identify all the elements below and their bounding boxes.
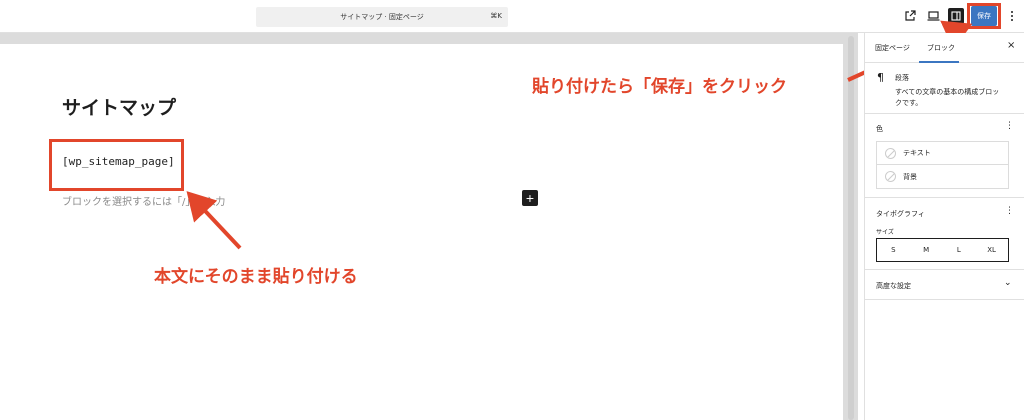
font-size-l[interactable]: L [943,239,976,261]
tab-page[interactable]: 固定ページ [875,43,910,53]
color-section-heading: 色 [876,125,883,133]
settings-sidebar: 固定ページ ブロック × ¶ 段落 すべての文章の基本の構成ブロックです。 色 … [864,33,1024,420]
more-options-icon[interactable] [1004,8,1020,24]
block-description: すべての文章の基本の構成ブロックです。 [895,88,1000,107]
font-size-m[interactable]: M [910,239,943,261]
command-palette-shortcut: ⌘K [490,12,502,20]
command-palette-title: サイトマップ · 固定ページ [340,13,424,21]
add-block-button[interactable]: + [522,190,538,206]
advanced-section-heading[interactable]: 高度な設定 [876,281,911,291]
active-tab-indicator [919,61,959,63]
empty-color-swatch-icon [885,171,896,182]
shortcode-highlight-box [49,139,184,191]
external-link-icon[interactable] [902,8,918,24]
sidebar-divider [865,299,1024,300]
sidebar-toggle-icon[interactable] [948,8,964,24]
paragraph-icon: ¶ [877,71,884,84]
sidebar-tabs: 固定ページ ブロック × [865,33,1024,63]
typography-section-heading: タイポグラフィ [876,210,925,218]
sidebar-divider [865,113,1024,114]
font-size-s[interactable]: S [877,239,910,261]
font-size-label: サイズ [876,229,894,236]
page-title[interactable]: サイトマップ [62,93,176,120]
color-settings-list: テキスト 背景 [876,141,1009,189]
font-size-xl[interactable]: XL [975,239,1008,261]
save-instruction-annotation: 貼り付けたら「保存」をクリック [532,77,787,97]
close-sidebar-button[interactable]: × [1007,40,1015,51]
text-color-option[interactable]: テキスト [877,142,1008,165]
editor-toolbar: サイトマップ · 固定ページ ⌘K 保存 [0,0,1024,33]
tab-block[interactable]: ブロック [927,43,955,53]
paste-instruction-annotation: 本文にそのまま貼り付ける [154,267,358,287]
save-button-highlight-box [967,3,1001,29]
empty-block-placeholder[interactable]: ブロックを選択するには「/」を入力 [62,193,225,208]
desktop-preview-icon[interactable] [925,8,941,24]
background-color-option[interactable]: 背景 [877,165,1008,188]
sidebar-divider [865,269,1024,270]
empty-color-swatch-icon [885,147,896,159]
chevron-down-icon[interactable]: ⌄ [1004,278,1012,288]
font-size-picker: S M L XL [876,238,1009,262]
block-name: 段落 [895,74,909,82]
command-palette-button[interactable]: サイトマップ · 固定ページ ⌘K [256,7,508,27]
typography-options-icon[interactable]: ⋮ [1005,206,1014,216]
background-color-label: 背景 [903,172,917,181]
text-color-label: テキスト [903,149,931,157]
sidebar-divider [865,197,1024,198]
color-options-icon[interactable]: ⋮ [1005,121,1014,131]
canvas-scrollbar[interactable] [848,36,854,420]
